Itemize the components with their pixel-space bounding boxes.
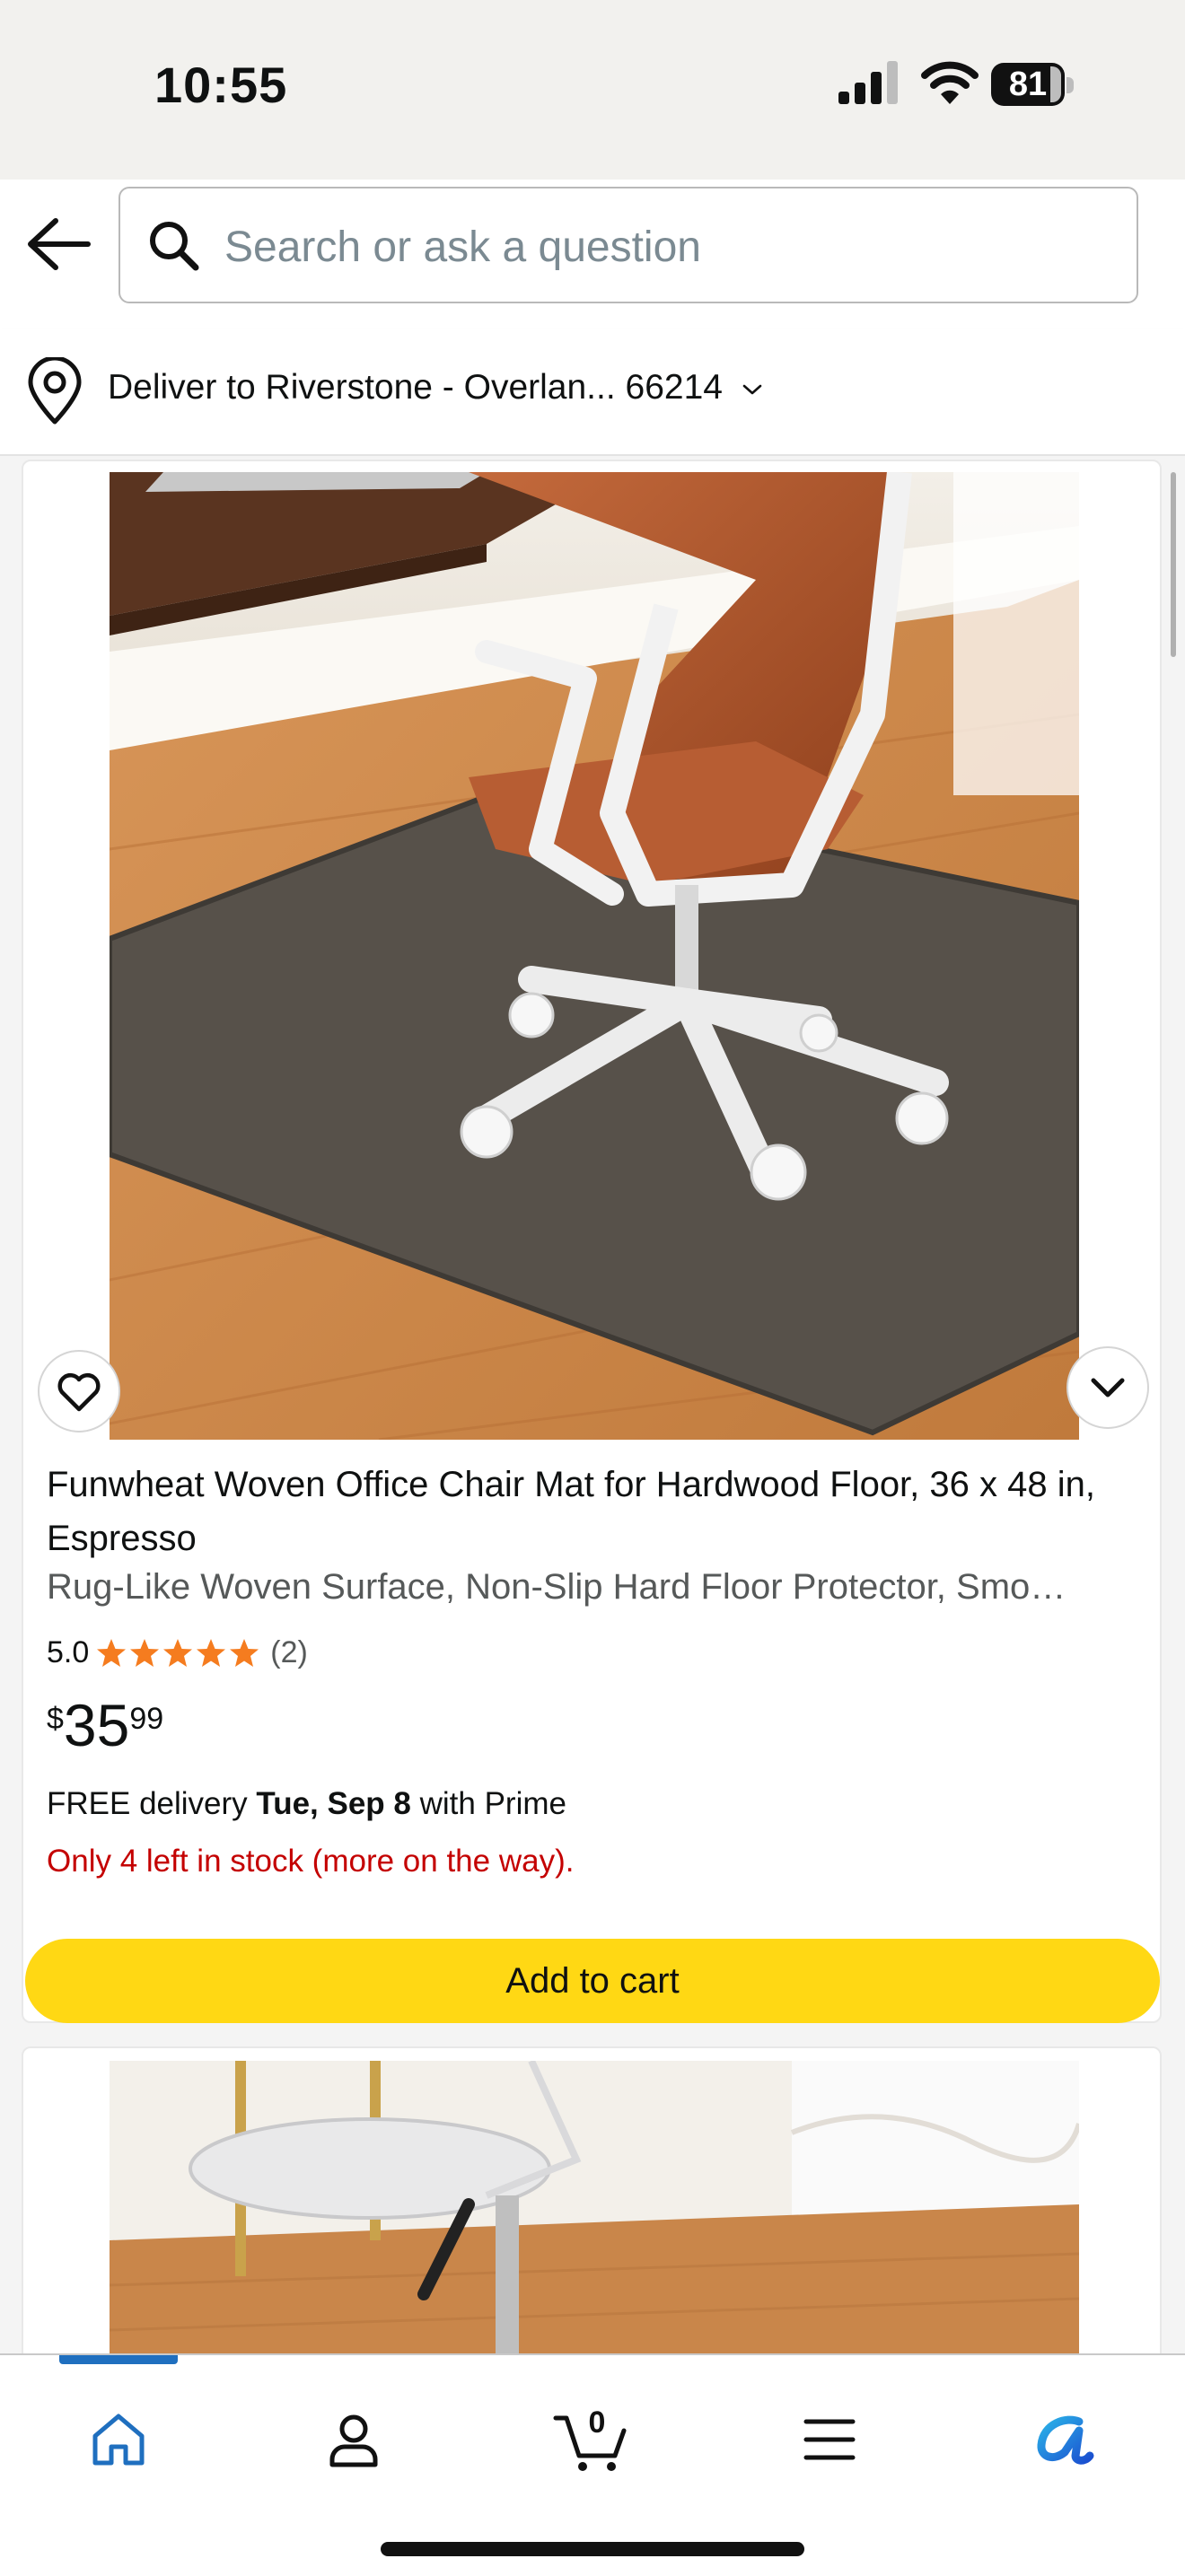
user-icon [329, 2414, 378, 2467]
product-card[interactable] [22, 2046, 1162, 2405]
rating-value: 5.0 [47, 1635, 90, 1669]
delivery-prefix: FREE delivery [47, 1786, 257, 1821]
delivery-suffix: with Prime [410, 1786, 566, 1821]
battery-level: 81 [1008, 66, 1048, 103]
cart-icon: 0 [553, 2405, 627, 2471]
tab-rufus[interactable] [1011, 2386, 1119, 2493]
tab-cart[interactable]: 0 [539, 2386, 646, 2493]
battery-icon: 81 [991, 63, 1074, 110]
back-arrow-icon[interactable] [25, 215, 92, 273]
rufus-assistant-icon [1037, 2415, 1094, 2465]
add-to-cart-button[interactable]: Add to cart [25, 1939, 1160, 2023]
active-tab-indicator [59, 2355, 178, 2364]
product-image[interactable] [110, 2061, 1079, 2357]
expand-details-button[interactable] [1066, 1346, 1149, 1429]
signal-icon [838, 61, 898, 104]
price-fraction: 99 [129, 1702, 164, 1736]
home-icon [92, 2414, 145, 2466]
location-pin-icon [28, 357, 82, 425]
menu-icon [803, 2419, 856, 2460]
wishlist-button[interactable] [38, 1350, 120, 1433]
status-time: 10:55 [154, 57, 288, 113]
heart-icon [57, 1372, 101, 1412]
product-price: $ 35 99 [47, 1691, 163, 1759]
search-bar[interactable] [118, 187, 1138, 303]
tab-account[interactable] [300, 2386, 408, 2493]
status-bar: 10:55 81 [0, 0, 1185, 303]
chevron-down-icon [1091, 1378, 1125, 1398]
price-whole: 35 [63, 1692, 130, 1758]
scrollbar[interactable] [1171, 472, 1176, 657]
product-title[interactable]: Funwheat Woven Office Chair Mat for Hard… [47, 1458, 1142, 1565]
product-subtitle: Rug-Like Woven Surface, Non-Slip Hard Fl… [47, 1567, 1066, 1607]
bottom-tab-bar: 0 [0, 2353, 1185, 2576]
chevron-down-icon [742, 384, 762, 395]
home-indicator [381, 2542, 804, 2556]
wifi-icon [921, 61, 979, 104]
search-input[interactable] [223, 212, 1106, 282]
delivery-date: Tue, Sep 8 [256, 1786, 411, 1821]
delivery-location-bar[interactable]: Deliver to Riverstone - Overlan... 66214 [0, 329, 1185, 456]
stock-status: Only 4 left in stock (more on the way). [47, 1844, 575, 1879]
tab-home[interactable] [65, 2386, 172, 2493]
product-image[interactable] [110, 472, 1079, 1440]
delivery-location-text: Deliver to Riverstone - Overlan... 66214 [108, 368, 723, 407]
cart-count: 0 [589, 2405, 606, 2440]
price-symbol: $ [47, 1702, 64, 1736]
product-card[interactable]: Funwheat Woven Office Chair Mat for Hard… [22, 460, 1162, 2023]
tab-menu[interactable] [776, 2386, 883, 2493]
star-rating-icon [96, 1638, 261, 1669]
rating-count: (2) [270, 1635, 308, 1669]
product-rating[interactable]: 5.0 (2) [47, 1635, 308, 1670]
search-icon [150, 222, 199, 271]
delivery-info: FREE delivery Tue, Sep 8 with Prime [47, 1786, 566, 1822]
